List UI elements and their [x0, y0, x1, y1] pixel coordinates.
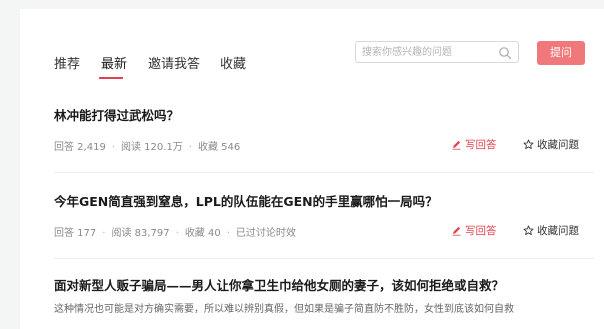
ask-question-button[interactable]: 提问	[537, 41, 585, 65]
question-title[interactable]: 林冲能打得过武松吗？	[54, 105, 179, 124]
search-input[interactable]	[362, 42, 492, 62]
favorite-question-label: 收藏问题	[537, 225, 579, 237]
content-card: 推荐 最新 邀请我答 收藏 提问 林冲能打得过武松吗？ 回答 2,419·阅读 …	[20, 9, 604, 329]
tab-invited[interactable]: 邀请我答	[148, 53, 200, 72]
question-meta: 回答 177 · 阅读 83,797 · 收藏 40 · 已过讨论时效	[54, 228, 296, 239]
question-title[interactable]: 今年GEN简直强到窒息，LPL的队伍能在GEN的手里赢哪怕一局吗？	[54, 191, 438, 210]
pen-icon	[452, 226, 461, 236]
tab-latest[interactable]: 最新	[101, 53, 127, 72]
answer-count: 回答 2,419	[54, 142, 106, 153]
write-answer-button[interactable]: 写回答	[451, 137, 497, 152]
star-icon	[523, 225, 534, 236]
favorite-question-button[interactable]: 收藏问题	[523, 137, 579, 152]
discussion-status: 已过讨论时效	[235, 228, 296, 239]
write-answer-label: 写回答	[465, 225, 497, 237]
tab-favorites[interactable]: 收藏	[220, 53, 246, 72]
favorite-question-label: 收藏问题	[537, 139, 579, 151]
star-icon	[523, 139, 534, 150]
question-meta: 回答 2,419 · 阅读 120.1万 · 收藏 546	[54, 142, 241, 153]
search-icon[interactable]	[498, 45, 512, 60]
favorite-count: 收藏 546	[198, 142, 241, 153]
write-answer-button[interactable]: 写回答	[451, 223, 497, 238]
tab-recommend[interactable]: 推荐	[54, 53, 80, 72]
read-count: 阅读 120.1万	[121, 142, 183, 153]
read-count: 阅读 83,797	[111, 228, 170, 239]
question-excerpt: 这种情况也可能是对方确实需要，所以难以辨别真假，但如果是骗子简直防不胜防，女性到…	[54, 304, 514, 315]
answer-count: 回答 177	[54, 228, 97, 239]
write-answer-label: 写回答	[465, 139, 497, 151]
divider	[54, 258, 594, 259]
pen-icon	[452, 140, 461, 150]
question-title[interactable]: 面对新型人贩子骗局——男人让你拿卫生巾给他女厕的妻子，该如何拒绝或自救？	[54, 275, 504, 294]
favorite-question-button[interactable]: 收藏问题	[523, 223, 579, 238]
search-box[interactable]	[355, 41, 519, 63]
divider	[54, 172, 594, 173]
active-tab-indicator	[99, 77, 123, 79]
favorite-count: 收藏 40	[184, 228, 221, 239]
